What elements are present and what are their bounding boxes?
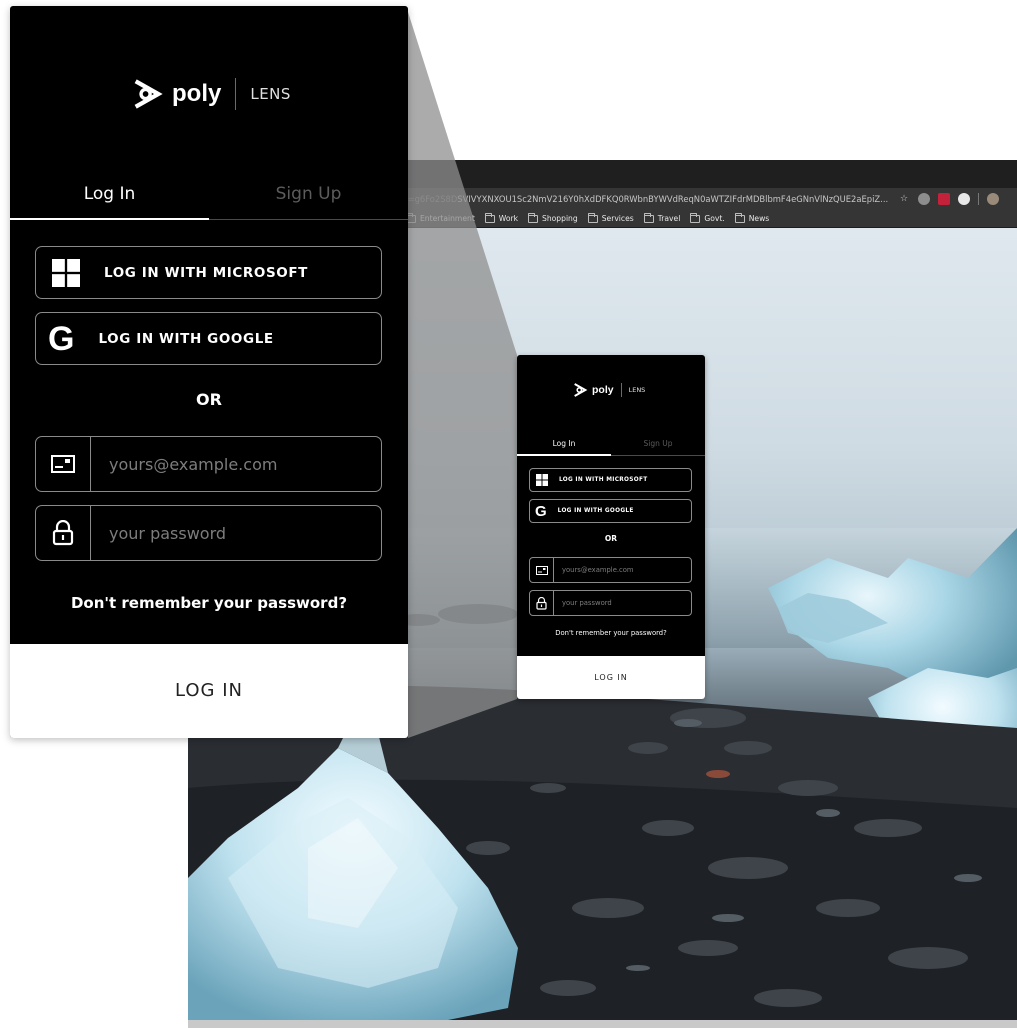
login-submit-button[interactable]: LOG IN xyxy=(517,656,705,699)
profile-avatar-icon[interactable] xyxy=(987,193,999,205)
folder-icon xyxy=(690,212,701,223)
brand-logo: poly LENS xyxy=(572,381,645,399)
or-separator: OR xyxy=(196,390,222,409)
folder-icon xyxy=(734,212,745,223)
tab-signup[interactable]: Sign Up xyxy=(611,439,705,448)
login-card-zoomed: poly LENS Log In Sign Up LOG IN WITH MIC… xyxy=(10,6,408,738)
extension-red-icon[interactable] xyxy=(938,193,950,205)
login-card-small: poly LENS Log In Sign Up LOG IN WITH MIC… xyxy=(517,355,705,699)
folder-icon xyxy=(643,212,654,223)
lock-icon xyxy=(36,506,91,560)
bookmark-govt[interactable]: Govt. xyxy=(690,212,725,223)
extension-icon[interactable] xyxy=(918,193,930,205)
google-icon: G xyxy=(48,319,75,358)
lock-icon xyxy=(530,591,554,615)
envelope-icon xyxy=(36,437,91,491)
brand-name: poly xyxy=(172,80,222,107)
bookmark-work[interactable]: Work xyxy=(484,212,518,223)
poly-logo-icon xyxy=(574,383,588,397)
product-name: LENS xyxy=(628,386,646,394)
microsoft-icon xyxy=(52,258,80,287)
poly-logo-icon xyxy=(134,79,163,109)
tab-login[interactable]: Log In xyxy=(10,184,209,204)
bookmark-services[interactable]: Services xyxy=(587,212,634,223)
password-input[interactable] xyxy=(91,506,381,560)
or-separator: OR xyxy=(604,534,618,543)
tab-login[interactable]: Log In xyxy=(517,439,611,448)
login-with-google-button[interactable]: G LOG IN WITH GOOGLE xyxy=(529,499,692,523)
microsoft-button-label: LOG IN WITH MICROSOFT xyxy=(559,477,648,483)
google-button-label: LOG IN WITH GOOGLE xyxy=(98,330,274,347)
tab-active-indicator xyxy=(517,454,611,456)
logo-divider xyxy=(620,383,622,397)
tab-signup[interactable]: Sign Up xyxy=(209,184,408,204)
bookmark-shopping[interactable]: Shopping xyxy=(528,212,578,223)
login-with-google-button[interactable]: G LOG IN WITH GOOGLE xyxy=(35,312,382,365)
brand-logo: poly LENS xyxy=(130,74,291,114)
password-input[interactable] xyxy=(554,591,691,615)
forgot-password-link[interactable]: Don't remember your password? xyxy=(10,594,408,612)
password-field xyxy=(35,505,382,561)
tab-active-indicator xyxy=(10,218,209,220)
email-input[interactable] xyxy=(91,437,381,491)
screenshot-stage: ate=g6Fo2S8DSVIVYXNXOU1Sc2NmV216Y0hXdDFK… xyxy=(0,0,1017,1028)
folder-icon xyxy=(587,212,598,223)
microsoft-button-label: LOG IN WITH MICROSOFT xyxy=(104,264,308,281)
browser-extension-icons: ☆ xyxy=(898,191,999,207)
google-icon: G xyxy=(535,502,547,520)
login-with-microsoft-button[interactable]: LOG IN WITH MICROSOFT xyxy=(529,468,692,492)
star-icon[interactable]: ☆ xyxy=(898,193,910,205)
password-field xyxy=(529,590,692,616)
brand-name: poly xyxy=(592,384,614,396)
folder-icon xyxy=(528,212,539,223)
extension-circle-icon[interactable] xyxy=(958,193,970,205)
email-input[interactable] xyxy=(554,558,691,582)
envelope-icon xyxy=(530,558,554,582)
product-name: LENS xyxy=(250,85,291,103)
login-submit-button[interactable]: LOG IN xyxy=(10,644,408,738)
email-field xyxy=(529,557,692,583)
bookmark-news[interactable]: News xyxy=(734,212,769,223)
microsoft-icon xyxy=(536,474,548,486)
google-button-label: LOG IN WITH GOOGLE xyxy=(557,508,634,514)
bookmark-travel[interactable]: Travel xyxy=(643,212,680,223)
url-text[interactable]: ate=g6Fo2S8DSVIVYXNXOU1Sc2NmV216Y0hXdDFK… xyxy=(394,192,894,206)
bookmark-entertainment[interactable]: Entertainment xyxy=(406,212,475,223)
divider-icon xyxy=(978,193,979,205)
login-with-microsoft-button[interactable]: LOG IN WITH MICROSOFT xyxy=(35,246,382,299)
browser-bottom-edge xyxy=(188,1020,1017,1028)
email-field xyxy=(35,436,382,492)
forgot-password-link[interactable]: Don't remember your password? xyxy=(517,629,705,637)
folder-icon xyxy=(484,212,495,223)
logo-divider xyxy=(235,78,237,110)
